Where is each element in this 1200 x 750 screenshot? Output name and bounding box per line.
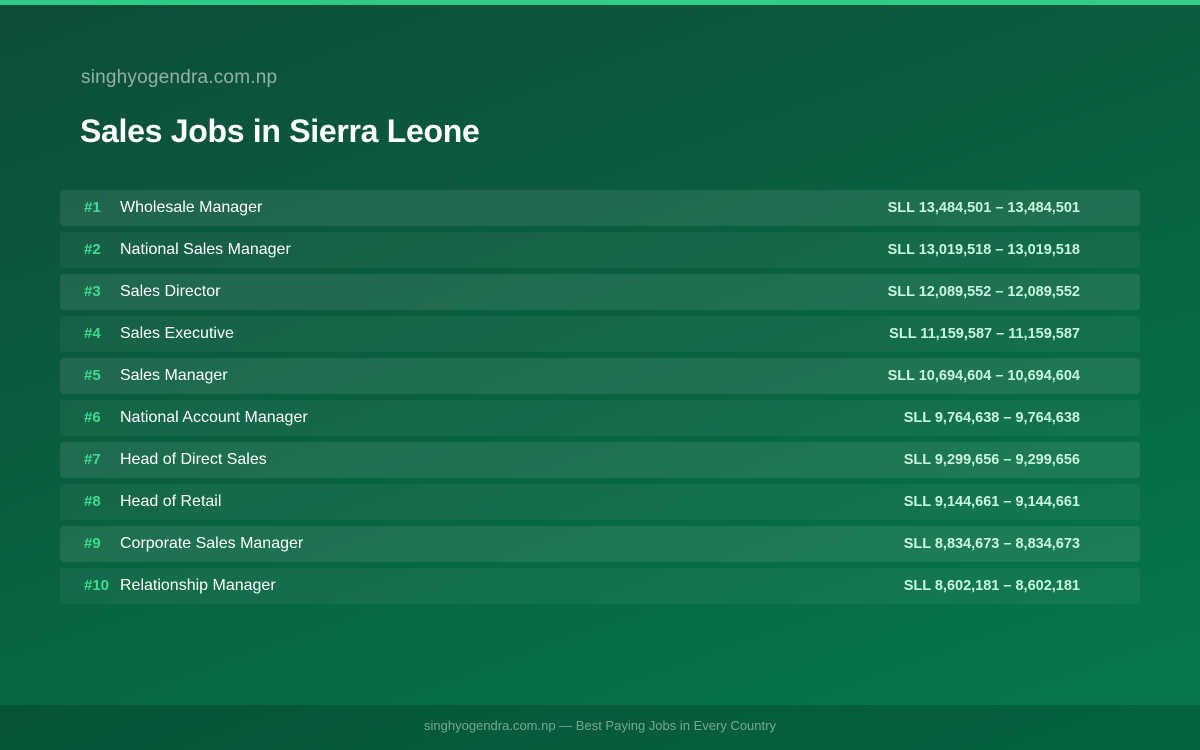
job-title: National Sales Manager: [120, 241, 291, 258]
job-title: Sales Executive: [120, 325, 234, 342]
top-accent-bar: [0, 0, 1200, 5]
job-salary: SLL 9,299,656 – 9,299,656: [903, 452, 1080, 468]
job-rank: #4: [84, 325, 101, 342]
job-salary: SLL 12,089,552 – 12,089,552: [887, 284, 1080, 300]
job-rank: #9: [84, 535, 101, 552]
job-salary: SLL 8,834,673 – 8,834,673: [903, 536, 1080, 552]
job-row: #9 Corporate Sales Manager SLL 8,834,673…: [60, 526, 1140, 562]
job-row: #3 Sales Director SLL 12,089,552 – 12,08…: [60, 274, 1140, 310]
footer: singhyogendra.com.np — Best Paying Jobs …: [0, 705, 1200, 750]
job-rank: #5: [84, 367, 101, 384]
job-title: Head of Direct Sales: [120, 451, 267, 468]
job-salary: SLL 9,764,638 – 9,764,638: [903, 410, 1080, 426]
site-name: singhyogendra.com.np: [81, 67, 278, 88]
job-rank: #8: [84, 493, 101, 510]
job-rank: #2: [84, 241, 101, 258]
job-list: #1 Wholesale Manager SLL 13,484,501 – 13…: [60, 190, 1140, 610]
job-salary: SLL 10,694,604 – 10,694,604: [887, 368, 1080, 384]
job-salary: SLL 9,144,661 – 9,144,661: [903, 494, 1080, 510]
job-title: Sales Manager: [120, 367, 228, 384]
page-title: Sales Jobs in Sierra Leone: [80, 113, 480, 149]
job-salary: SLL 13,019,518 – 13,019,518: [887, 242, 1080, 258]
job-rank: #3: [84, 283, 101, 300]
job-salary: SLL 8,602,181 – 8,602,181: [903, 578, 1080, 594]
job-salary: SLL 13,484,501 – 13,484,501: [887, 200, 1080, 216]
job-rank: #10: [84, 577, 110, 594]
job-salary: SLL 11,159,587 – 11,159,587: [889, 326, 1080, 342]
job-title: Corporate Sales Manager: [120, 535, 304, 552]
job-row: #2 National Sales Manager SLL 13,019,518…: [60, 232, 1140, 268]
job-row: #7 Head of Direct Sales SLL 9,299,656 – …: [60, 442, 1140, 478]
job-title: Head of Retail: [120, 493, 222, 510]
job-row: #6 National Account Manager SLL 9,764,63…: [60, 400, 1140, 436]
job-row: #10 Relationship Manager SLL 8,602,181 –…: [60, 568, 1140, 604]
job-title: Wholesale Manager: [120, 199, 263, 216]
job-row: #4 Sales Executive SLL 11,159,587 – 11,1…: [60, 316, 1140, 352]
job-row: #1 Wholesale Manager SLL 13,484,501 – 13…: [60, 190, 1140, 226]
job-rank: #1: [84, 199, 101, 216]
job-row: #5 Sales Manager SLL 10,694,604 – 10,694…: [60, 358, 1140, 394]
job-title: National Account Manager: [120, 409, 308, 426]
job-row: #8 Head of Retail SLL 9,144,661 – 9,144,…: [60, 484, 1140, 520]
job-title: Relationship Manager: [120, 577, 276, 594]
job-rank: #6: [84, 409, 101, 426]
job-title: Sales Director: [120, 283, 221, 300]
job-rank: #7: [84, 451, 101, 468]
